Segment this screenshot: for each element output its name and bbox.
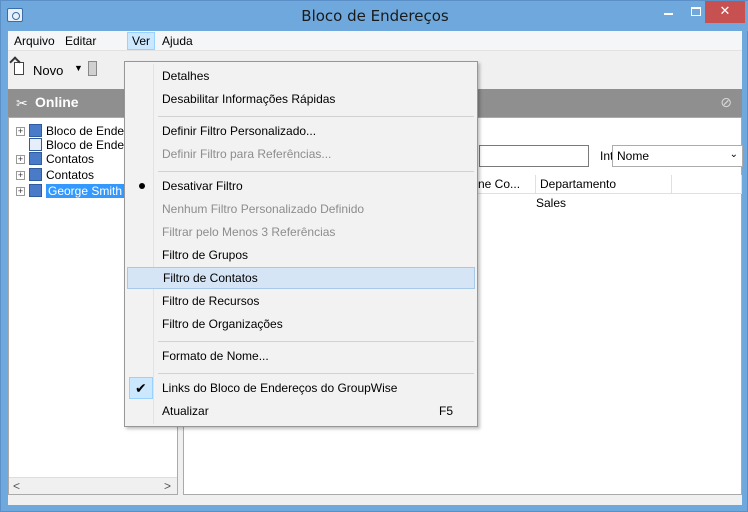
- online-plug-icon: ✂: [16, 95, 28, 111]
- menu-item-desativar-filtro[interactable]: Desativar Filtro: [127, 175, 475, 197]
- menu-item-filtrar-3-ref[interactable]: Filtrar pelo Menos 3 Referências: [127, 221, 475, 243]
- menu-item-filtro-recursos[interactable]: Filtro de Recursos: [127, 290, 475, 312]
- scroll-left-icon[interactable]: <: [13, 479, 20, 493]
- expand-icon[interactable]: +: [16, 171, 25, 180]
- tree-item-label: George Smith: [46, 184, 125, 198]
- menu-separator: [158, 341, 474, 342]
- close-icon: ✕: [719, 3, 731, 18]
- interno-select[interactable]: Nome ⌄: [612, 145, 743, 167]
- toolbar-book-icon[interactable]: [88, 61, 97, 76]
- maximize-icon: [691, 7, 701, 16]
- menu-item-links-groupwise[interactable]: ✔ Links do Bloco de Endereços do GroupWi…: [127, 377, 475, 399]
- minimize-icon: [663, 13, 673, 15]
- menu-separator: [158, 373, 474, 374]
- expand-icon[interactable]: +: [16, 187, 25, 196]
- column-header[interactable]: Departamento: [536, 175, 672, 194]
- tree-item-label: Contatos: [46, 152, 95, 166]
- menu-item-nenhum-filtro[interactable]: Nenhum Filtro Personalizado Definido: [127, 198, 475, 220]
- menu-ver[interactable]: Ver: [127, 32, 156, 50]
- menu-separator: [158, 171, 474, 172]
- radio-bullet-icon: [139, 183, 145, 189]
- table-cell[interactable]: Sales: [530, 195, 566, 211]
- new-button-label[interactable]: Novo: [33, 63, 63, 78]
- contacts-book-icon: [29, 168, 42, 181]
- address-book-icon: [29, 124, 42, 137]
- menu-item-atualizar[interactable]: Atualizar F5: [127, 400, 475, 422]
- expand-icon[interactable]: +: [16, 155, 25, 164]
- column-header[interactable]: ne Co...: [474, 175, 536, 194]
- ver-menu-dropdown: Detalhes Desabilitar Informações Rápidas…: [124, 61, 478, 427]
- menu-item-filtro-referencias[interactable]: Definir Filtro para Referências...: [127, 143, 475, 165]
- menu-item-filtro-organizacoes[interactable]: Filtro de Organizações: [127, 313, 475, 335]
- close-button[interactable]: ✕: [705, 1, 745, 23]
- tree-item-label: Contatos: [46, 168, 95, 182]
- title-bar: Bloco de Endereços ✕: [1, 1, 748, 31]
- menu-separator: [158, 116, 474, 117]
- menu-item-desabilitar-info[interactable]: Desabilitar Informações Rápidas: [127, 88, 475, 110]
- search-input[interactable]: [479, 145, 589, 167]
- menu-item-definir-filtro[interactable]: Definir Filtro Personalizado...: [127, 120, 475, 142]
- shared-book-icon: [29, 138, 42, 151]
- contacts-book-icon: [29, 152, 42, 165]
- menu-item-detalhes[interactable]: Detalhes: [127, 65, 475, 87]
- shortcut-label: F5: [438, 404, 453, 418]
- new-item-icon[interactable]: [14, 62, 24, 75]
- menu-arquivo[interactable]: Arquivo: [10, 32, 59, 50]
- scroll-right-icon[interactable]: >: [164, 479, 171, 493]
- menu-item-label: Atualizar: [162, 404, 209, 418]
- online-label: Online: [35, 94, 79, 110]
- column-header-empty[interactable]: [672, 175, 742, 194]
- person-book-icon: [29, 184, 42, 197]
- chevron-down-icon: ⌄: [729, 149, 738, 160]
- menu-item-label: Links do Bloco de Endereços do GroupWise: [162, 381, 398, 395]
- checkmark-box: ✔: [129, 377, 153, 399]
- window-title: Bloco de Endereços: [301, 7, 449, 25]
- menu-editar[interactable]: Editar: [61, 32, 100, 50]
- new-dropdown-arrow-icon[interactable]: ▼: [74, 63, 83, 73]
- minimize-button[interactable]: [653, 1, 683, 23]
- menu-bar: Arquivo Editar Ver Ajuda: [8, 31, 742, 51]
- interno-selected-value: Nome: [617, 149, 650, 163]
- menu-item-label: Desativar Filtro: [162, 179, 243, 193]
- link-icon[interactable]: ⊘: [720, 94, 732, 111]
- menu-ajuda[interactable]: Ajuda: [158, 32, 197, 50]
- menu-item-formato-nome[interactable]: Formato de Nome...: [127, 345, 475, 367]
- tree-horizontal-scrollbar[interactable]: < >: [9, 477, 177, 494]
- menu-item-filtro-contatos[interactable]: Filtro de Contatos: [127, 267, 475, 289]
- checkmark-icon: ✔: [135, 380, 147, 396]
- status-bar: [8, 495, 742, 505]
- expand-icon[interactable]: +: [16, 127, 25, 136]
- menu-item-filtro-grupos[interactable]: Filtro de Grupos: [127, 244, 475, 266]
